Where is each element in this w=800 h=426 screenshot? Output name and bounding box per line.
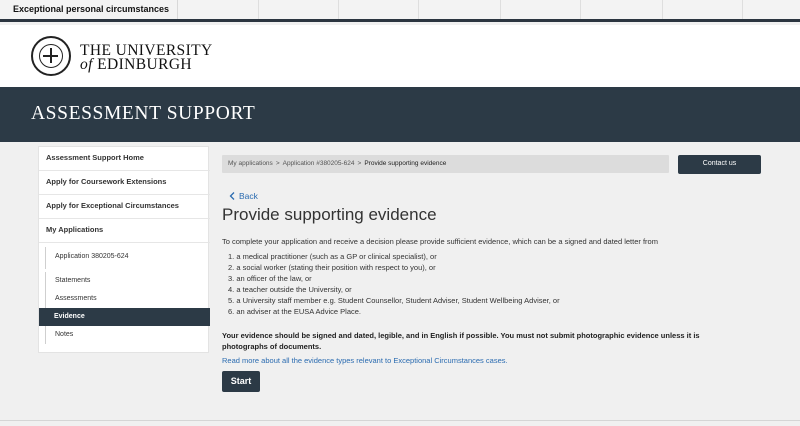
breadcrumb: My applications > Application #380205-624 >… xyxy=(222,155,669,173)
sidebar-item-statements[interactable]: Statements xyxy=(45,272,208,290)
back-link[interactable]: Back xyxy=(229,191,258,201)
page-divider xyxy=(0,420,800,421)
sidebar-item-assessments[interactable]: Assessments xyxy=(45,290,208,308)
breadcrumb-separator: > xyxy=(275,160,280,167)
list-item: 3. an officer of the law, or xyxy=(228,274,312,283)
tab-divider xyxy=(258,0,259,19)
university-name-edinburgh: EDINBURGH xyxy=(97,56,193,73)
breadcrumb-separator: > xyxy=(357,160,362,167)
breadcrumb-current: Provide supporting evidence xyxy=(364,160,447,167)
chevron-left-icon xyxy=(229,192,235,200)
university-name-line2[interactable]: of EDINBURGH xyxy=(80,56,192,74)
site-title[interactable]: ASSESSMENT SUPPORT xyxy=(31,103,255,125)
crest-inner-ring xyxy=(39,44,63,68)
list-item: 6. an adviser at the EUSA Advice Place. xyxy=(228,307,361,316)
sidebar-item-exceptional-circumstances[interactable]: Apply for Exceptional Circumstances xyxy=(39,195,210,219)
tab-exceptional-circumstances[interactable]: Exceptional personal circumstances xyxy=(0,0,178,19)
list-item: 5. a University staff member e.g. Studen… xyxy=(228,296,560,305)
university-name-of: of xyxy=(80,56,93,73)
sidebar-item-home[interactable]: Assessment Support Home xyxy=(39,147,210,171)
sidebar-item-evidence[interactable]: Evidence xyxy=(39,308,210,326)
read-more-link[interactable]: Read more about all the evidence types r… xyxy=(222,356,508,365)
sidebar-item-coursework-extensions[interactable]: Apply for Coursework Extensions xyxy=(39,171,210,195)
sidebar-item-application[interactable]: Application 380205-624 xyxy=(45,247,208,269)
site-banner: ASSESSMENT SUPPORT xyxy=(0,87,800,142)
breadcrumb-my-applications[interactable]: My applications xyxy=(228,160,273,167)
tab-divider xyxy=(742,0,743,19)
crest-cross-v xyxy=(50,48,52,63)
page-title: Provide supporting evidence xyxy=(222,205,437,224)
tab-divider xyxy=(580,0,581,19)
breadcrumb-application[interactable]: Application #380205-624 xyxy=(283,160,355,167)
browser-tab-bar: Exceptional personal circumstances xyxy=(0,0,800,22)
tab-divider xyxy=(500,0,501,19)
tab-divider xyxy=(418,0,419,19)
university-crest-icon[interactable] xyxy=(31,36,71,76)
sidebar-item-my-applications[interactable]: My Applications xyxy=(39,219,210,243)
tab-divider xyxy=(338,0,339,19)
intro-text: To complete your application and receive… xyxy=(222,237,658,246)
contact-us-button[interactable]: Contact us xyxy=(678,155,761,174)
evidence-requirements-note: Your evidence should be signed and dated… xyxy=(222,331,700,351)
sidebar-item-notes[interactable]: Notes xyxy=(45,326,208,344)
evidence-list: 1. a medical practitioner (such as a GP … xyxy=(228,252,560,318)
start-button[interactable]: Start xyxy=(222,371,260,392)
tab-divider xyxy=(662,0,663,19)
list-item: 1. a medical practitioner (such as a GP … xyxy=(228,252,437,261)
back-label: Back xyxy=(239,191,258,201)
list-item: 4. a teacher outside the University, or xyxy=(228,285,352,294)
sidebar-nav: Assessment Support Home Apply for Course… xyxy=(38,146,210,353)
university-header: THE UNIVERSITY of EDINBURGH xyxy=(0,25,800,87)
list-item: 2. a social worker (stating their positi… xyxy=(228,263,436,272)
